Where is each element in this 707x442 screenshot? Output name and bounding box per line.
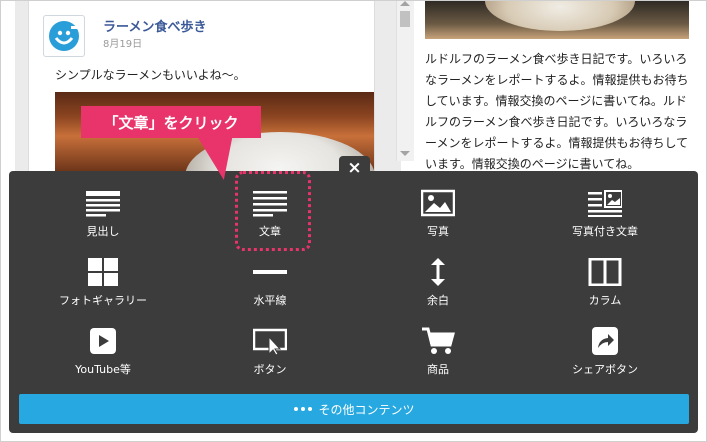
item-label: カラム bbox=[588, 294, 622, 307]
item-label: ボタン bbox=[253, 363, 287, 376]
dots-icon bbox=[294, 407, 313, 411]
post-text: シンプルなラーメンもいいよね〜。 bbox=[55, 68, 246, 82]
photo-text-icon bbox=[588, 190, 622, 217]
share-icon bbox=[592, 327, 618, 355]
item-label: 水平線 bbox=[253, 294, 287, 307]
instruction-callout: 「文章」をクリック bbox=[81, 106, 261, 138]
right-text: ルドルフのラーメン食べ歩き日記です。いろいろなラーメンをレポートするよ。情報提供… bbox=[425, 52, 689, 171]
item-label: シェアボタン bbox=[572, 363, 638, 376]
item-product[interactable]: 商品 bbox=[373, 317, 503, 377]
item-video[interactable]: YouTube等 bbox=[38, 317, 168, 377]
scroll-thumb[interactable] bbox=[400, 11, 410, 27]
post-date: 8月19日 bbox=[103, 39, 143, 50]
item-heading[interactable]: 見出し bbox=[38, 179, 168, 239]
item-button[interactable]: ボタン bbox=[205, 317, 335, 377]
spacing-icon bbox=[431, 258, 445, 286]
item-label: 写真 bbox=[427, 225, 449, 238]
smile-logo-icon bbox=[49, 21, 79, 51]
button-icon bbox=[253, 328, 287, 355]
scroll-up-icon[interactable] bbox=[400, 1, 410, 6]
cart-icon bbox=[422, 327, 455, 354]
scroll-down-icon[interactable] bbox=[400, 151, 410, 156]
right-photo bbox=[425, 1, 689, 39]
item-photo[interactable]: 写真 bbox=[373, 179, 503, 239]
item-label: YouTube等 bbox=[75, 363, 131, 376]
item-share[interactable]: シェアボタン bbox=[540, 317, 670, 377]
feed-scrollbar[interactable] bbox=[396, 1, 414, 161]
editor-frame: ラーメン食べ歩き 8月19日 シンプルなラーメンもいいよね〜。 ルドルフのラーメ… bbox=[0, 0, 707, 442]
item-column[interactable]: カラム bbox=[540, 248, 670, 308]
item-photo-text[interactable]: 写真付き文章 bbox=[540, 179, 670, 239]
item-horizontal-line[interactable]: 水平線 bbox=[205, 248, 335, 308]
item-label: 余白 bbox=[427, 294, 449, 307]
item-label: 見出し bbox=[86, 225, 120, 238]
horizontal-line-icon bbox=[253, 270, 287, 274]
item-gallery[interactable]: フォトギャラリー bbox=[38, 248, 168, 308]
avatar[interactable] bbox=[43, 15, 85, 57]
item-label: 写真付き文章 bbox=[572, 225, 638, 238]
heading-icon bbox=[86, 191, 120, 217]
item-label: 商品 bbox=[427, 363, 449, 376]
gallery-icon bbox=[88, 258, 118, 286]
more-contents-button[interactable]: その他コンテンツ bbox=[19, 394, 689, 424]
item-label: フォトギャラリー bbox=[59, 294, 147, 307]
video-icon bbox=[90, 328, 116, 354]
post-author[interactable]: ラーメン食べ歩き bbox=[103, 16, 206, 35]
column-icon bbox=[588, 258, 622, 286]
item-spacing[interactable]: 余白 bbox=[373, 248, 503, 308]
close-button[interactable]: × bbox=[339, 156, 370, 178]
photo-icon bbox=[421, 189, 455, 217]
highlight-ring bbox=[235, 171, 311, 251]
more-contents-label: その他コンテンツ bbox=[318, 402, 415, 417]
ramen-bowl-image bbox=[485, 1, 635, 31]
